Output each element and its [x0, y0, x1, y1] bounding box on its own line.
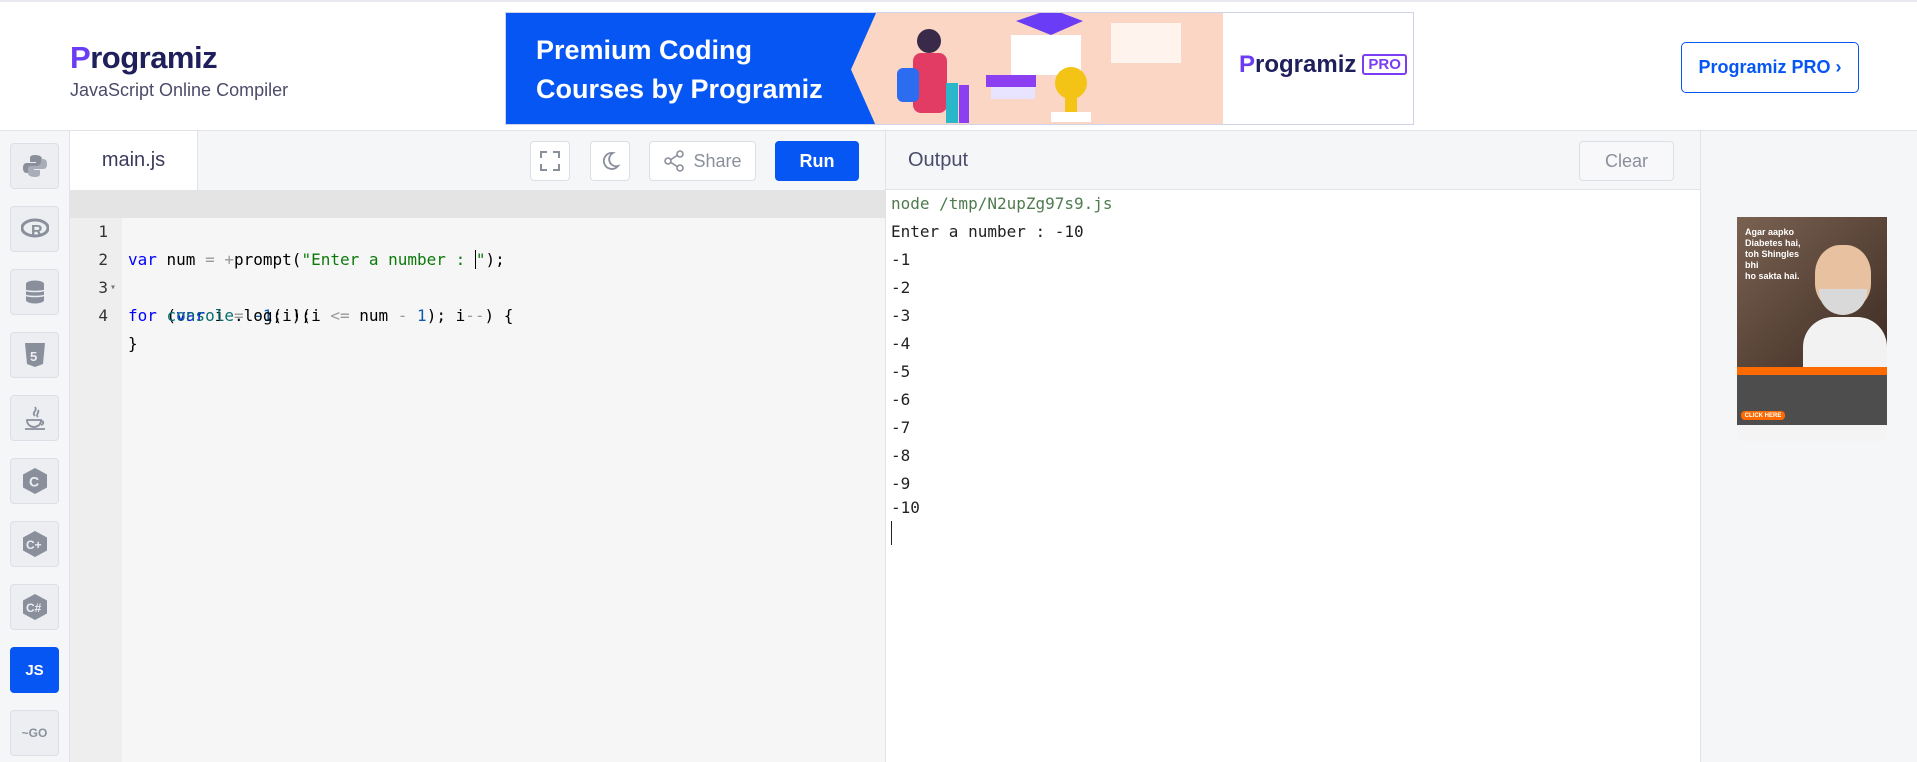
- svg-text:C+: C+: [26, 538, 42, 552]
- cpp-icon: C+: [22, 531, 47, 557]
- banner-pro-logo-text: rogramiz: [1255, 51, 1357, 78]
- dark-mode-toggle[interactable]: [590, 141, 630, 181]
- code-text: }: [128, 334, 138, 353]
- clear-button[interactable]: Clear: [1579, 141, 1674, 181]
- ad-cta-button[interactable]: CLICK HERE: [1741, 411, 1785, 420]
- code-editor[interactable]: 1 var num = +prompt("Enter a number : ")…: [70, 190, 885, 762]
- language-csharp-button[interactable]: C#: [10, 584, 59, 630]
- side-advertisement[interactable]: Agar aapko Diabetes hai, toh Shingles bh…: [1737, 217, 1887, 441]
- input-caret: [891, 521, 892, 545]
- language-c-button[interactable]: C: [10, 458, 59, 504]
- line-number: 4: [98, 306, 108, 325]
- language-sql-button[interactable]: [10, 269, 59, 315]
- share-label: Share: [693, 150, 742, 171]
- output-line: -4: [891, 334, 911, 353]
- editor-toolbar: main.js: [70, 131, 885, 191]
- output-line: -6: [891, 390, 911, 409]
- output-line: -3: [891, 306, 911, 325]
- language-go-button[interactable]: ~GO: [10, 710, 59, 756]
- page-subtitle: JavaScript Online Compiler: [70, 80, 289, 100]
- share-icon: [664, 150, 685, 172]
- python-icon: [22, 155, 47, 177]
- banner-pro-logo: Programiz PRO: [1239, 51, 1407, 79]
- language-sidebar: R 5 C C+ C# JS ~GO: [0, 131, 70, 762]
- ad-person-body: [1803, 317, 1887, 367]
- output-header: Output Clear: [885, 131, 1700, 190]
- ad-orange-band: [1737, 367, 1887, 375]
- fullscreen-icon: [540, 151, 560, 171]
- output-line: Enter a number : -10: [891, 222, 1084, 241]
- output-command: node /tmp/N2upZg97s9.js: [891, 194, 1113, 213]
- banner-illustration: [851, 13, 1223, 124]
- svg-text:5: 5: [30, 349, 37, 364]
- file-tab-main-js[interactable]: main.js: [70, 131, 198, 190]
- programiz-logo[interactable]: Programiz: [70, 40, 218, 76]
- output-line: -1: [891, 250, 911, 269]
- banner-illustration-icon: [891, 13, 1223, 124]
- banner-pro-tag: PRO: [1362, 54, 1407, 75]
- r-icon: R: [20, 218, 49, 240]
- output-console[interactable]: node /tmp/N2upZg97s9.js Enter a number :…: [885, 190, 1700, 762]
- code-line-2[interactable]: 2 ▾ for (var i = -1; !(i <= num - 1); i-…: [70, 218, 885, 325]
- run-button[interactable]: Run: [775, 141, 859, 181]
- output-line: -7: [891, 418, 911, 437]
- language-python-button[interactable]: [10, 143, 59, 189]
- html5-icon: 5: [24, 343, 45, 367]
- site-header: Programiz JavaScript Online Compiler Pre…: [0, 2, 1917, 131]
- language-r-button[interactable]: R: [10, 206, 59, 252]
- java-icon: [24, 406, 45, 430]
- programiz-pro-button[interactable]: Programiz PRO ›: [1681, 42, 1859, 93]
- promo-banner[interactable]: Premium Coding Courses by Programiz Prog…: [505, 12, 1414, 125]
- output-title: Output: [908, 149, 969, 171]
- ad-footer: [1737, 425, 1887, 441]
- logo-mark: P: [70, 40, 91, 75]
- moon-icon: [602, 152, 621, 170]
- go-icon: ~GO: [21, 726, 48, 740]
- logo-text: rogramiz: [90, 40, 218, 75]
- banner-pro-logo-mark: P: [1239, 51, 1256, 78]
- svg-text:R: R: [31, 223, 43, 240]
- code-line-1[interactable]: 1 var num = +prompt("Enter a number : ")…: [70, 190, 885, 269]
- share-button[interactable]: Share: [649, 141, 756, 181]
- ad-headline: Agar aapko Diabetes hai, toh Shingles bh…: [1745, 227, 1801, 281]
- output-line: -5: [891, 362, 911, 381]
- fullscreen-button[interactable]: [530, 141, 570, 181]
- code-line-4[interactable]: 4 }: [70, 274, 885, 353]
- svg-text:C#: C#: [26, 601, 42, 615]
- language-html-button[interactable]: 5: [10, 332, 59, 378]
- c-icon: C: [22, 468, 47, 494]
- csharp-icon: C#: [22, 594, 47, 620]
- database-icon: [24, 280, 45, 304]
- banner-headline: Premium Coding Courses by Programiz: [536, 35, 823, 104]
- language-cpp-button[interactable]: C+: [10, 521, 59, 567]
- language-javascript-button[interactable]: JS: [10, 647, 59, 693]
- code-line-3[interactable]: 3 console.log(i);: [70, 246, 885, 325]
- output-line: -10: [891, 498, 920, 517]
- svg-text:C: C: [29, 474, 39, 490]
- language-java-button[interactable]: [10, 395, 59, 441]
- code-text: console.log(i);: [166, 306, 312, 325]
- output-line: -2: [891, 278, 911, 297]
- output-line: -8: [891, 446, 911, 465]
- right-ad-column: Agar aapko Diabetes hai, toh Shingles bh…: [1700, 131, 1917, 762]
